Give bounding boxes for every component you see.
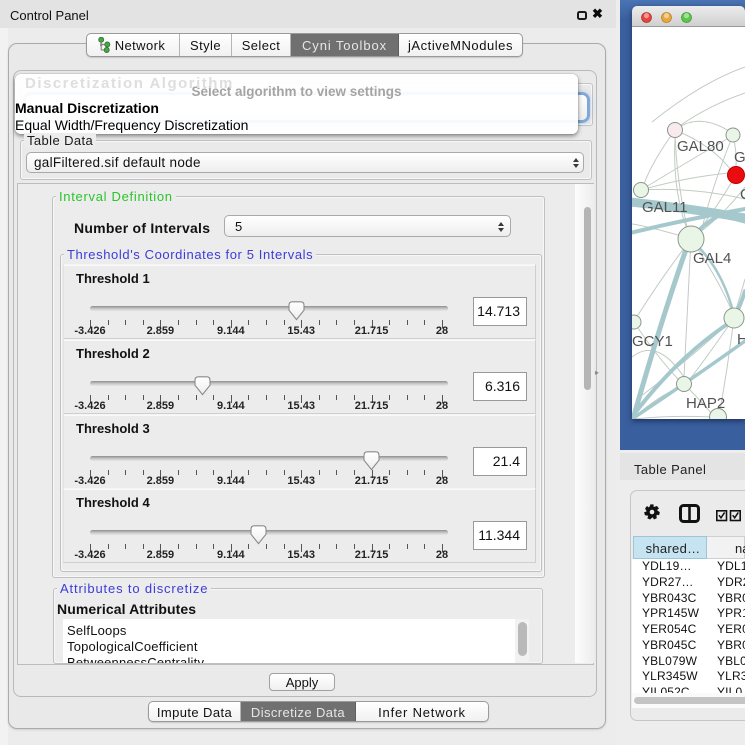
svg-text:H: H — [737, 331, 745, 348]
svg-text:GA: GA — [734, 149, 745, 166]
svg-text:C: C — [740, 186, 745, 203]
svg-text:GAL4: GAL4 — [693, 250, 731, 267]
svg-text:HAP2: HAP2 — [686, 395, 725, 412]
svg-text:GAL11: GAL11 — [642, 199, 688, 216]
svg-text:GAL80: GAL80 — [677, 138, 724, 155]
svg-text:GCY1: GCY1 — [632, 333, 673, 350]
